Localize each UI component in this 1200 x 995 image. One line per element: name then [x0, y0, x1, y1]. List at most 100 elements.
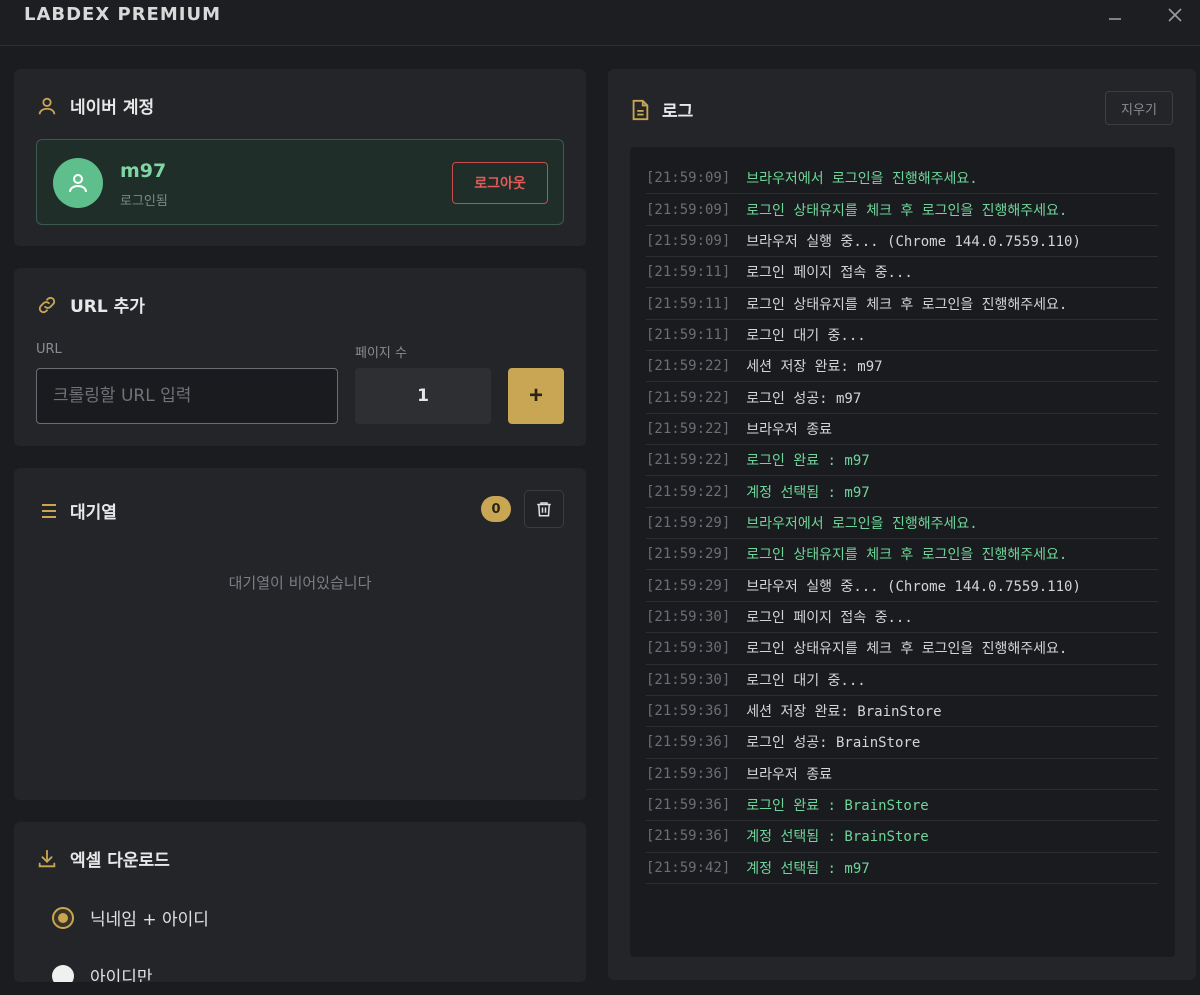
log-message: 로그인 상태유지를 체크 후 로그인을 진행해주세요.: [746, 202, 1068, 219]
log-message: 브라우저 실행 중... (Chrome 144.0.7559.110): [746, 233, 1081, 250]
log-timestamp: [21:59:09]: [646, 170, 731, 187]
pages-label: 페이지 수: [355, 346, 407, 361]
log-message: 계정 선택됨 : BrainStore: [746, 829, 929, 846]
excel-option-label: 닉네임 + 아이디: [90, 910, 209, 930]
excel-heading-text: 엑셀 다운로드: [70, 851, 170, 871]
log-heading: 로그: [630, 97, 693, 122]
url-add-card: URL 추가 URL 페이지 수 +: [14, 268, 586, 446]
log-timestamp: [21:59:36]: [646, 797, 731, 814]
log-line: [21:59:36] 로그인 완료 : BrainStore: [646, 790, 1158, 822]
log-timestamp: [21:59:36]: [646, 734, 731, 751]
log-message: 계정 선택됨 : m97: [746, 484, 870, 501]
account-status: 로그인됨: [120, 194, 168, 209]
log-line: [21:59:36] 브라우저 종료: [646, 759, 1158, 790]
log-line: [21:59:09] 로그인 상태유지를 체크 후 로그인을 진행해주세요.: [646, 194, 1158, 226]
trash-icon: [535, 500, 553, 518]
url-label: URL: [36, 342, 62, 357]
pages-input[interactable]: [355, 368, 491, 424]
log-output[interactable]: [21:59:09] 브라우저에서 로그인을 진행해주세요. [21:59:09] 로…: [630, 147, 1175, 957]
log-line: [21:59:30] 로그인 페이지 접속 중...: [646, 602, 1158, 634]
log-message: 로그인 상태유지를 체크 후 로그인을 진행해주세요.: [746, 296, 1068, 313]
log-timestamp: [21:59:30]: [646, 640, 731, 657]
add-url-button[interactable]: +: [508, 368, 564, 424]
log-message: 로그인 완료 : BrainStore: [746, 798, 929, 815]
log-message: 로그인 상태유지를 체크 후 로그인을 진행해주세요.: [746, 641, 1068, 658]
url-add-heading-text: URL 추가: [70, 297, 145, 317]
log-line: [21:59:22] 로그인 완료 : m97: [646, 445, 1158, 477]
account-username: m97: [120, 160, 167, 182]
log-line: [21:59:29] 로그인 상태유지를 체크 후 로그인을 진행해주세요.: [646, 539, 1158, 571]
log-message: 로그인 대기 중...: [746, 672, 866, 689]
log-line: [21:59:11] 로그인 상태유지를 체크 후 로그인을 진행해주세요.: [646, 288, 1158, 320]
avatar: [53, 158, 103, 208]
log-line: [21:59:09] 브라우저 실행 중... (Chrome 144.0.755…: [646, 226, 1158, 258]
log-timestamp: [21:59:29]: [646, 546, 731, 563]
log-line: [21:59:11] 로그인 대기 중...: [646, 320, 1158, 352]
close-button[interactable]: [1155, 0, 1195, 30]
log-message: 브라우저 종료: [746, 766, 833, 783]
log-line: [21:59:29] 브라우저에서 로그인을 진행해주세요.: [646, 508, 1158, 540]
log-timestamp: [21:59:22]: [646, 358, 731, 375]
log-message: 로그인 성공: BrainStore: [746, 735, 921, 752]
log-panel: 로그 지우기 [21:59:09] 브라우저에서 로그인을 진행해주세요. [21:…: [608, 69, 1196, 980]
log-message: 로그인 상태유지를 체크 후 로그인을 진행해주세요.: [746, 547, 1068, 564]
minimize-button[interactable]: [1095, 0, 1135, 30]
title-bar: LABDEX PREMIUM: [0, 0, 1200, 46]
user-icon: [36, 95, 58, 117]
queue-heading-text: 대기열: [70, 503, 117, 523]
account-card: 네이버 계정 m97 로그인됨 로그아웃: [14, 69, 586, 246]
log-line: [21:59:22] 로그인 성공: m97: [646, 382, 1158, 414]
log-line: [21:59:22] 브라우저 종료: [646, 414, 1158, 446]
logout-button[interactable]: 로그아웃: [452, 162, 548, 204]
clear-queue-button[interactable]: [524, 490, 564, 528]
log-message: 로그인 페이지 접속 중...: [746, 609, 913, 626]
log-timestamp: [21:59:09]: [646, 201, 731, 218]
excel-option-id-only[interactable]: 아이디만: [52, 963, 153, 982]
log-message: 세션 저장 완료: BrainStore: [746, 704, 942, 721]
log-timestamp: [21:59:36]: [646, 703, 731, 720]
log-line: [21:59:30] 로그인 대기 중...: [646, 665, 1158, 696]
log-message: 브라우저 종료: [746, 421, 833, 438]
log-timestamp: [21:59:09]: [646, 232, 731, 249]
url-input[interactable]: [36, 368, 338, 424]
log-line: [21:59:42] 계정 선택됨 : m97: [646, 853, 1158, 884]
log-timestamp: [21:59:22]: [646, 452, 731, 469]
radio-selected[interactable]: [52, 906, 74, 929]
log-timestamp: [21:59:11]: [646, 264, 731, 281]
log-line: [21:59:36] 로그인 성공: BrainStore: [646, 727, 1158, 759]
clear-log-button[interactable]: 지우기: [1105, 91, 1173, 125]
log-timestamp: [21:59:22]: [646, 389, 731, 406]
log-line: [21:59:30] 로그인 상태유지를 체크 후 로그인을 진행해주세요.: [646, 633, 1158, 665]
excel-option-nickname-id[interactable]: 닉네임 + 아이디: [52, 905, 209, 930]
log-line: [21:59:29] 브라우저 실행 중... (Chrome 144.0.755…: [646, 570, 1158, 602]
account-heading-text: 네이버 계정: [70, 98, 155, 118]
log-message: 로그인 페이지 접속 중...: [746, 265, 913, 282]
log-timestamp: [21:59:11]: [646, 295, 731, 312]
log-timestamp: [21:59:22]: [646, 420, 731, 437]
account-heading: 네이버 계정: [36, 93, 154, 118]
queue-heading: 대기열: [40, 498, 117, 523]
radio-unselected[interactable]: [52, 964, 74, 982]
log-timestamp: [21:59:36]: [646, 765, 731, 782]
excel-heading: 엑셀 다운로드: [36, 846, 170, 871]
log-timestamp: [21:59:29]: [646, 514, 731, 531]
list-icon: [40, 502, 58, 520]
log-timestamp: [21:59:29]: [646, 577, 731, 594]
log-line: [21:59:09] 브라우저에서 로그인을 진행해주세요.: [646, 163, 1158, 195]
close-icon: [1167, 7, 1183, 23]
download-icon: [36, 848, 58, 870]
log-line: [21:59:36] 세션 저장 완료: BrainStore: [646, 696, 1158, 728]
log-message: 로그인 완료 : m97: [746, 453, 870, 470]
url-add-heading: URL 추가: [36, 292, 145, 317]
log-list: [21:59:09] 브라우저에서 로그인을 진행해주세요. [21:59:09] 로…: [646, 163, 1158, 884]
log-message: 로그인 대기 중...: [746, 327, 866, 344]
log-line: [21:59:11] 로그인 페이지 접속 중...: [646, 257, 1158, 289]
excel-download-card: 엑셀 다운로드 닉네임 + 아이디 아이디만: [14, 822, 586, 982]
app-title: LABDEX PREMIUM: [24, 4, 221, 25]
log-message: 계정 선택됨 : m97: [746, 860, 870, 877]
link-icon: [36, 294, 58, 316]
minimize-icon: [1107, 7, 1123, 23]
account-info: m97 로그인됨 로그아웃: [36, 139, 564, 225]
excel-option-label: 아이디만: [90, 968, 153, 982]
queue-card: 대기열 0 대기열이 비어있습니다: [14, 468, 586, 800]
